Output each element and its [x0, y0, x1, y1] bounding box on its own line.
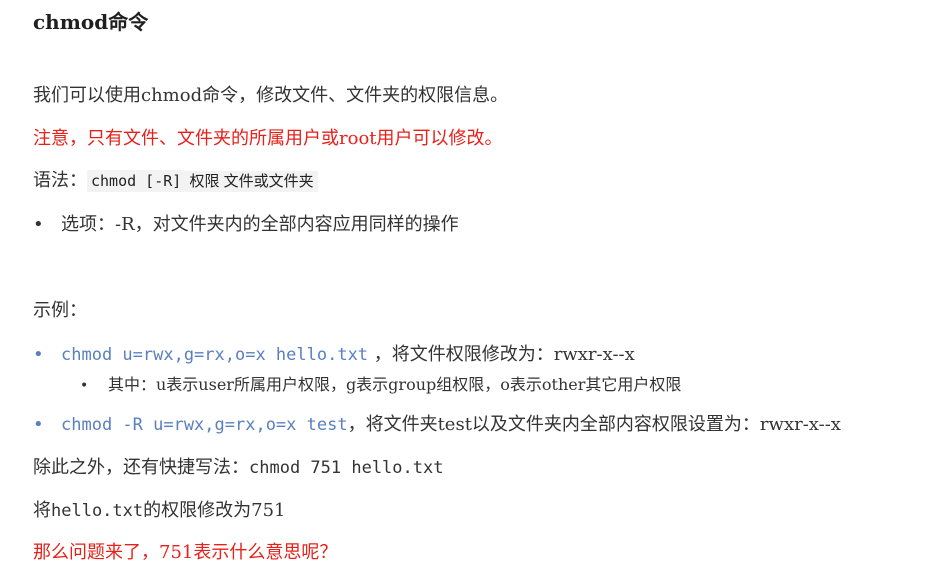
example-item-1: • chmod u=rwx,g=rx,o=x hello.txt ，将文件权限修改… [33, 343, 635, 367]
syntax-code: chmod [-R] [87, 170, 186, 192]
shortcut-text: 除此之外，还有快捷写法： [33, 457, 249, 478]
shortcut-code: chmod 751 hello.txt [249, 458, 444, 478]
change-751-paragraph: 将hello.txt的权限修改为751 [33, 499, 285, 523]
example-desc: ，将文件夹test以及文件夹内全部内容权限设置为：rwxr-x--x [347, 414, 841, 435]
question-paragraph: 那么问题来了，751表示什么意思呢？ [33, 542, 338, 563]
shortcut-paragraph: 除此之外，还有快捷写法：chmod 751 hello.txt [33, 456, 443, 480]
bullet-icon: • [33, 214, 44, 235]
example-desc: ，将文件权限修改为：rwxr-x--x [368, 344, 635, 365]
change-code: hello.txt [51, 501, 144, 521]
warning-paragraph: 注意，只有文件、文件夹的所属用户或root用户可以修改。 [33, 128, 503, 149]
example-sub-item: • 其中：u表示user所属用户权限，g表示group组权限，o表示other其它… [80, 374, 681, 397]
sub-text: 其中：u表示user所属用户权限，g表示group组权限，o表示other其它用… [108, 375, 682, 394]
bullet-icon: • [80, 378, 89, 394]
example-code: chmod u=rwx,g=rx,o=x hello.txt [61, 345, 369, 365]
intro-paragraph: 我们可以使用chmod命令，修改文件、文件夹的权限信息。 [33, 85, 509, 106]
change-prefix: 将 [33, 500, 51, 521]
option-text: 选项：-R，对文件夹内的全部内容应用同样的操作 [61, 214, 459, 235]
example-item-2: • chmod -R u=rwx,g=rx,o=x test，将文件夹test以及… [33, 413, 841, 437]
option-list-item: • 选项：-R，对文件夹内的全部内容应用同样的操作 [33, 213, 459, 237]
bullet-icon: • [33, 414, 44, 435]
example-code: chmod -R u=rwx,g=rx,o=x test [61, 415, 348, 435]
syntax-line: 语法： chmod [-R] 权限 文件或文件夹 [33, 169, 318, 194]
example-label: 示例： [33, 300, 87, 321]
change-suffix: 的权限修改为751 [143, 500, 286, 521]
bullet-icon: • [33, 344, 44, 365]
syntax-label: 语法： [33, 170, 87, 191]
section-heading: chmod命令 [33, 10, 149, 34]
syntax-args: 权限 文件或文件夹 [185, 171, 318, 192]
